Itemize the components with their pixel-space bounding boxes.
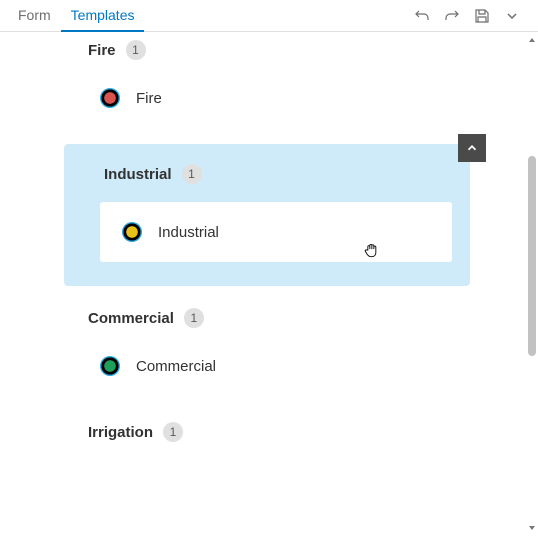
item-label: Fire <box>136 90 162 107</box>
industrial-symbol-icon <box>122 222 142 242</box>
scroll-down-icon[interactable] <box>528 524 536 532</box>
group-header[interactable]: Fire 1 <box>0 34 538 70</box>
count-badge: 1 <box>163 422 183 442</box>
redo-icon[interactable] <box>444 8 460 24</box>
scroll-thumb[interactable] <box>528 156 536 356</box>
commercial-symbol-icon <box>100 356 120 376</box>
group-title: Commercial <box>88 310 174 327</box>
group-irrigation: Irrigation 1 <box>0 406 538 446</box>
group-title: Irrigation <box>88 424 153 441</box>
collapse-button[interactable] <box>458 134 486 162</box>
toolbar <box>414 8 530 24</box>
undo-icon[interactable] <box>414 8 430 24</box>
group-title: Industrial <box>104 166 172 183</box>
item-label: Industrial <box>158 224 219 241</box>
group-fire: Fire 1 Fire <box>0 32 538 138</box>
save-icon[interactable] <box>474 8 490 24</box>
group-industrial[interactable]: Industrial 1 Industrial <box>64 144 470 286</box>
more-icon[interactable] <box>504 8 520 24</box>
template-item[interactable]: Industrial <box>100 202 452 262</box>
scrollbar[interactable] <box>528 36 536 532</box>
template-item[interactable]: Commercial <box>0 338 538 394</box>
item-label: Commercial <box>136 358 216 375</box>
count-badge: 1 <box>184 308 204 328</box>
tab-bar: Form Templates <box>0 0 538 32</box>
group-header[interactable]: Commercial 1 <box>0 302 538 338</box>
group-header[interactable]: Irrigation 1 <box>0 416 538 446</box>
tab-form[interactable]: Form <box>8 0 61 32</box>
count-badge: 1 <box>126 40 146 60</box>
fire-symbol-icon <box>100 88 120 108</box>
templates-list: Fire 1 Fire Industrial 1 I <box>0 32 538 536</box>
group-title: Fire <box>88 42 116 59</box>
tab-templates[interactable]: Templates <box>61 0 145 32</box>
template-item[interactable]: Fire <box>0 70 538 126</box>
group-header[interactable]: Industrial 1 <box>82 164 452 202</box>
scroll-up-icon[interactable] <box>528 36 536 44</box>
group-commercial: Commercial 1 Commercial <box>0 292 538 406</box>
count-badge: 1 <box>182 164 202 184</box>
